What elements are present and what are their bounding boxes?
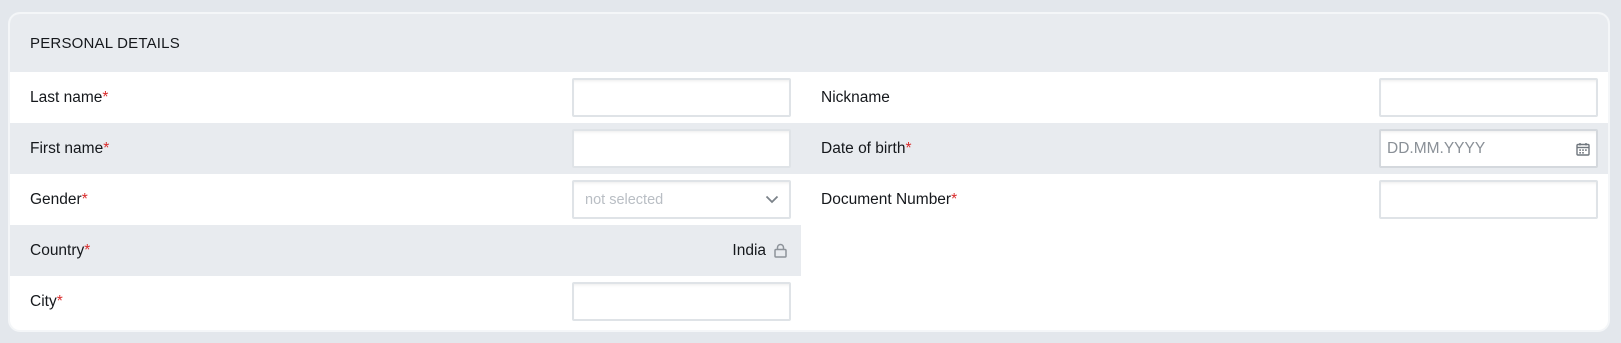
row-document-number: Document Number* <box>801 174 1608 225</box>
row-nickname: Nickname <box>801 72 1608 123</box>
city-input[interactable] <box>572 282 792 321</box>
chevron-down-icon <box>765 195 779 204</box>
required-mark: * <box>905 139 912 157</box>
first-name-input[interactable] <box>572 129 792 168</box>
personal-details-panel: PERSONAL DETAILS Last name* First name* … <box>8 12 1610 332</box>
required-mark: * <box>102 88 109 106</box>
right-column: Nickname Date of birth* DD.MM.YYYY Docum… <box>801 72 1608 327</box>
last-name-input[interactable] <box>572 78 792 117</box>
date-of-birth-input[interactable]: DD.MM.YYYY <box>1379 129 1598 168</box>
section-title: PERSONAL DETAILS <box>10 14 1608 72</box>
row-last-name: Last name* <box>10 72 801 123</box>
country-label: Country* <box>30 241 91 259</box>
form-columns: Last name* First name* Gender* not selec… <box>10 72 1608 327</box>
row-date-of-birth: Date of birth* DD.MM.YYYY <box>801 123 1608 174</box>
row-country: Country* India <box>10 225 802 276</box>
required-mark: * <box>103 139 110 157</box>
row-gender: Gender* not selected <box>10 174 801 225</box>
section-title-text: PERSONAL DETAILS <box>30 34 180 52</box>
calendar-icon[interactable] <box>1576 142 1590 156</box>
first-name-label: First name* <box>30 139 110 157</box>
nickname-label: Nickname <box>821 88 890 106</box>
required-mark: * <box>951 190 958 208</box>
gender-label: Gender* <box>30 190 88 208</box>
left-column: Last name* First name* Gender* not selec… <box>10 72 802 327</box>
city-label: City* <box>30 292 63 310</box>
gender-selected-value: not selected <box>585 191 664 208</box>
required-mark: * <box>81 190 88 208</box>
required-mark: * <box>56 292 63 310</box>
required-mark: * <box>84 241 91 259</box>
country-locked-value: India <box>732 242 791 260</box>
document-number-label: Document Number* <box>821 190 958 208</box>
last-name-label: Last name* <box>30 88 109 106</box>
document-number-input[interactable] <box>1379 180 1598 219</box>
date-placeholder: DD.MM.YYYY <box>1387 139 1486 157</box>
row-city: City* <box>10 276 801 327</box>
row-first-name: First name* <box>10 123 802 174</box>
date-of-birth-label: Date of birth* <box>821 139 912 157</box>
nickname-input[interactable] <box>1379 78 1598 117</box>
gender-select[interactable]: not selected <box>572 180 792 219</box>
lock-icon <box>774 243 787 258</box>
country-value: India <box>732 241 767 259</box>
